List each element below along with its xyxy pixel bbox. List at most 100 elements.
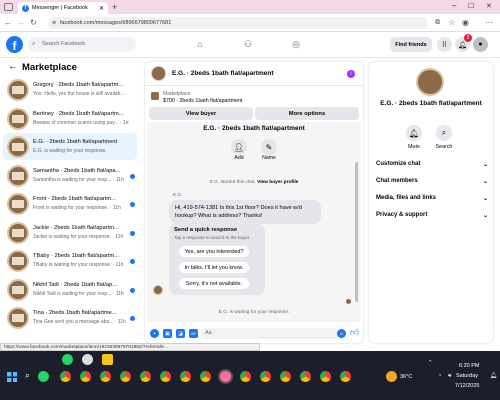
- start-windows-icon[interactable]: [7, 372, 17, 382]
- chat-members-label: Chat members: [376, 178, 418, 184]
- clock-date[interactable]: 7/12/2025: [455, 383, 479, 389]
- folder-icon[interactable]: [102, 354, 113, 365]
- app-icon[interactable]: [82, 354, 93, 365]
- chrome-taskbar-icon[interactable]: [200, 371, 211, 382]
- back-arrow-icon[interactable]: ←: [8, 61, 18, 72]
- chrome-taskbar-icon[interactable]: [240, 371, 251, 382]
- weather-temp[interactable]: 36°C: [400, 374, 412, 380]
- taskbar-search-icon[interactable]: ⌕: [25, 370, 30, 381]
- wifi-icon[interactable]: ◔: [438, 373, 441, 379]
- install-app-icon[interactable]: ⧉: [435, 18, 440, 28]
- conversation-list-item[interactable]: Front · 2beds 1bath flat/apartm... Front …: [3, 190, 137, 217]
- message-input[interactable]: Aa: [201, 328, 339, 339]
- buyer-message-bubble[interactable]: Hi, 419-574-1381 Is this 1st floor? Does…: [169, 200, 321, 225]
- clock-time[interactable]: 6:20 PM: [459, 363, 479, 369]
- chrome-taskbar-icon[interactable]: [220, 371, 231, 382]
- conversation-list-item[interactable]: Bertiney · 2beds 1bath flat/apartm... Bew…: [3, 105, 137, 132]
- url-field[interactable]: ⊜ facebook.com/messages/t/89667980967768…: [48, 17, 428, 29]
- chrome-taskbar-icon[interactable]: [60, 371, 71, 382]
- reload-icon[interactable]: ↻: [30, 18, 37, 28]
- conversation-details-panel: E.G. · 2beds 1bath flat/apartment 🔔︎ Mut…: [369, 62, 493, 343]
- customize-chat-row[interactable]: Customize chat ⌄: [376, 161, 488, 168]
- like-thumb-icon[interactable]: 👍︎: [350, 327, 359, 338]
- conversation-list-item[interactable]: Gregory · 2beds 1bath flat/apartm... You:…: [3, 76, 137, 103]
- search-action[interactable]: ⌕ Search: [429, 125, 459, 150]
- conversation-list-item[interactable]: TBaby · 2beds 1bath flat/apartm... TBaby …: [3, 247, 137, 274]
- chat-title[interactable]: E.G. · 2beds 1bath flat/apartment: [172, 70, 274, 77]
- chrome-taskbar-icon[interactable]: [280, 371, 291, 382]
- weather-sun-icon[interactable]: [386, 371, 397, 382]
- more-options-button[interactable]: More options: [255, 107, 359, 120]
- conversation-list-item[interactable]: Samantha · 2beds 1bath flat/apa... Samant…: [3, 162, 137, 189]
- name-action[interactable]: ✎ Name: [259, 139, 279, 161]
- maximize-window-icon[interactable]: ☐: [468, 2, 474, 10]
- bookmark-star-icon[interactable]: ☆: [448, 18, 455, 28]
- plus-icon[interactable]: +: [150, 329, 159, 338]
- scrollbar[interactable]: [355, 162, 358, 302]
- photo-icon[interactable]: ▣: [163, 329, 172, 338]
- quick-reply-in-talks[interactable]: In talks. I'll let you know.: [179, 262, 249, 273]
- sidebar-title: Marketplace: [22, 62, 77, 73]
- listing-thumb[interactable]: [151, 92, 159, 100]
- chrome-taskbar-icon[interactable]: [260, 371, 271, 382]
- chrome-taskbar-icon[interactable]: [100, 371, 111, 382]
- media-files-row[interactable]: Media, files and links ⌄: [376, 195, 488, 202]
- close-window-icon[interactable]: ✕: [486, 2, 492, 10]
- tab-list-icon[interactable]: [4, 3, 13, 11]
- chrome-taskbar-icon[interactable]: [340, 371, 351, 382]
- home-icon[interactable]: ⌂: [192, 37, 208, 51]
- site-info-icon[interactable]: ⊜: [52, 17, 56, 29]
- panel-avatar[interactable]: [416, 68, 444, 96]
- back-icon[interactable]: ←: [4, 18, 12, 28]
- conversation-list-item[interactable]: Tina · 2beds 1bath flat/apartme... Tina G…: [3, 304, 137, 331]
- whatsapp-icon[interactable]: [62, 354, 73, 365]
- chrome-taskbar-icon[interactable]: [120, 371, 131, 382]
- chrome-taskbar-icon[interactable]: [180, 371, 191, 382]
- started-text: E.G. started this chat.: [209, 180, 256, 185]
- search-input[interactable]: ⌕ Search Facebook: [28, 37, 136, 52]
- account-avatar[interactable]: ●: [473, 37, 488, 52]
- panel-name: E.G. · 2beds 1bath flat/apartment: [380, 100, 482, 107]
- add-action[interactable]: 👤︎ Add: [231, 139, 247, 161]
- friends-icon[interactable]: ⚇: [240, 37, 256, 51]
- whatsapp-taskbar-icon[interactable]: [38, 371, 49, 382]
- minimize-window-icon[interactable]: –: [452, 1, 456, 10]
- clock-day[interactable]: Saturday: [456, 373, 478, 379]
- privacy-support-row[interactable]: Privacy & support ⌄: [376, 212, 488, 219]
- chrome-taskbar-icon[interactable]: [160, 371, 171, 382]
- view-profile-link[interactable]: View buyer profile: [257, 180, 298, 185]
- browser-menu-icon[interactable]: ⋯: [485, 18, 493, 28]
- conversation-list-item[interactable]: E.G. · 2beds 1bath flat/apartment E.G. is…: [3, 133, 137, 160]
- chat-avatar[interactable]: [151, 66, 166, 81]
- find-friends-button[interactable]: Find friends: [390, 37, 432, 52]
- quick-reply-interested[interactable]: Yes, are you interested?: [179, 246, 249, 257]
- mute-action[interactable]: 🔔︎ Mute: [399, 125, 429, 150]
- view-buyer-button[interactable]: View buyer: [149, 107, 253, 120]
- close-tab-icon[interactable]: ✕: [99, 5, 104, 12]
- quick-reply-not-available[interactable]: Sorry, it's not available.: [179, 278, 249, 289]
- browser-tab[interactable]: f Messenger | Facebook ✕: [18, 2, 108, 14]
- conversation-name: Nikhil Tadi · 2beds 1bath flat/ap...: [33, 281, 117, 288]
- emoji-icon[interactable]: ☺: [337, 329, 346, 338]
- groups-icon[interactable]: ◎: [288, 37, 304, 51]
- new-tab-button[interactable]: +: [112, 2, 117, 12]
- tray-chevron-icon[interactable]: ⌃: [428, 360, 433, 366]
- chrome-taskbar-icon[interactable]: [80, 371, 91, 382]
- listing-price[interactable]: $700 · 2beds 1bath flat/apartment: [163, 98, 243, 104]
- notification-bell-icon[interactable]: 🔔︎: [490, 373, 497, 379]
- conversation-list-item[interactable]: Nikhil Tadi · 2beds 1bath flat/ap... Nikh…: [3, 276, 137, 303]
- facebook-logo-icon[interactable]: f: [6, 36, 23, 53]
- gif-icon[interactable]: GIF: [189, 329, 198, 338]
- chat-members-row[interactable]: Chat members ⌄: [376, 178, 488, 185]
- unread-dot: [130, 202, 135, 207]
- chat-info-icon[interactable]: i: [347, 70, 355, 78]
- conversation-list-item[interactable]: Jackie · 2beds 1bath flat/apartm... Jacki…: [3, 219, 137, 246]
- forward-icon[interactable]: →: [17, 18, 25, 28]
- menu-grid-icon[interactable]: ⠿: [437, 37, 452, 52]
- chrome-taskbar-icon[interactable]: [320, 371, 331, 382]
- profile-icon[interactable]: ◉: [462, 18, 469, 28]
- volume-icon[interactable]: 🔊︎: [448, 373, 451, 380]
- chrome-taskbar-icon[interactable]: [300, 371, 311, 382]
- sticker-icon[interactable]: ◪: [176, 329, 185, 338]
- chrome-taskbar-icon[interactable]: [140, 371, 151, 382]
